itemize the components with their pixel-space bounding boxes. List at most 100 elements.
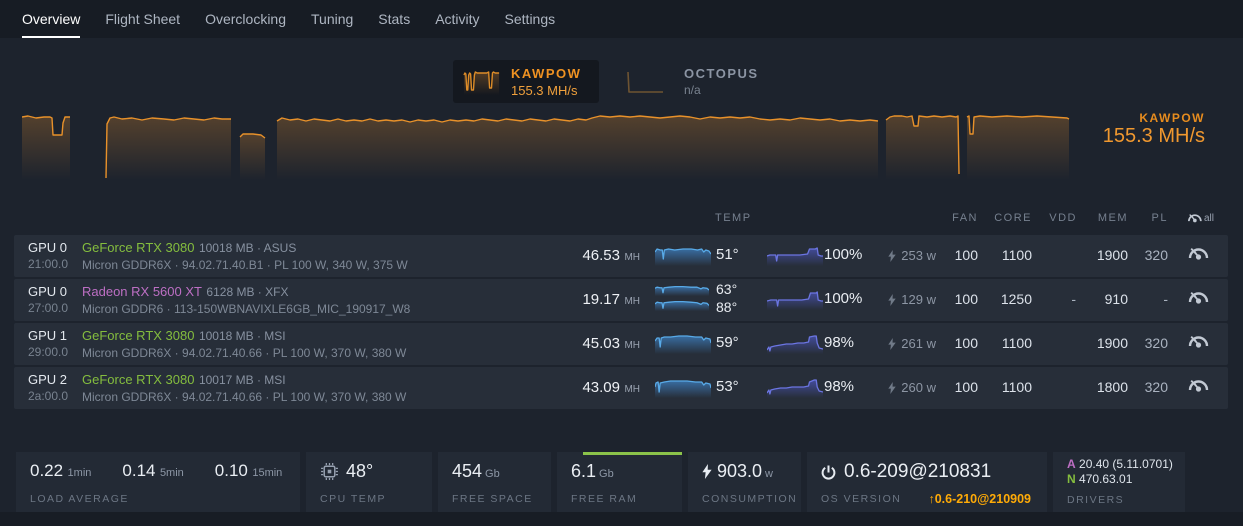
- header-mem: MEM: [1097, 212, 1128, 224]
- gpu-bus-id: 2a:00.0: [28, 389, 69, 403]
- hashrate-unit: MH: [624, 384, 640, 395]
- amd-driver-version: 20.40 (5.11.0701): [1079, 457, 1173, 471]
- gpu-detail: Micron GDDR6 · 113-150WBNAVIXLE6GB_MIC_1…: [82, 302, 411, 316]
- power-limit: 320: [1144, 335, 1168, 351]
- free-ram-label: FREE RAM: [571, 493, 638, 505]
- gpu-id-block: GPU 0 21:00.0: [28, 239, 68, 273]
- kawpow-algo-label: KAWPOW: [511, 65, 582, 81]
- octopus-badge-text: OCTOPUS n/a: [684, 66, 759, 97]
- free-space-value: 454: [452, 461, 483, 481]
- cpu-temp-value: 48°: [346, 461, 374, 481]
- load-15min-unit: 15min: [252, 467, 283, 479]
- power-limit: 320: [1144, 247, 1168, 263]
- load-5min-value: 0.14: [122, 461, 156, 480]
- overclock-gauge-button[interactable]: [1186, 333, 1214, 350]
- os-version-card: 0.6-209@210831 OS VERSION ↑0.6-210@21090…: [807, 452, 1047, 512]
- temp-value: 59°: [716, 334, 739, 351]
- temp-sparkline: [655, 246, 711, 266]
- nvidia-driver-line: N 470.63.01: [1067, 472, 1173, 487]
- load-average-card: 0.22 1min 0.14 5min 0.10 15min LOAD AVER…: [16, 452, 300, 512]
- nvidia-driver-version: 470.63.01: [1079, 472, 1133, 486]
- os-upgrade-link[interactable]: ↑0.6-210@210909: [928, 492, 1031, 506]
- gauge-icon: [1188, 247, 1209, 260]
- power-limit: -: [1163, 291, 1168, 307]
- mem-clock: 1900: [1096, 247, 1128, 263]
- overclock-all-button[interactable]: all: [1186, 212, 1214, 224]
- overclock-gauge-button[interactable]: [1186, 245, 1214, 262]
- hiveos-dashboard: Overview Flight Sheet Overclocking Tunin…: [0, 0, 1243, 526]
- gpu-bus-id: 21:00.0: [28, 257, 69, 271]
- tab-flight-sheet[interactable]: Flight Sheet: [105, 0, 180, 38]
- free-ram-card: 6.1 Gb FREE RAM: [557, 452, 682, 512]
- bolt-icon: [887, 382, 896, 394]
- fan-sparkline: [767, 334, 823, 354]
- temp-sparkline: [655, 378, 711, 398]
- top-nav: Overview Flight Sheet Overclocking Tunin…: [0, 0, 1243, 38]
- gpu-name-link[interactable]: GeForce RTX 3080: [82, 328, 194, 343]
- gpu-info-block: GeForce RTX 3080 10018 MB · MSI Micron G…: [82, 327, 406, 362]
- load-15min-value: 0.10: [214, 461, 248, 480]
- miner-badge-octopus[interactable]: OCTOPUS n/a: [626, 60, 786, 103]
- temp-sparkline: [655, 285, 709, 296]
- temp-value: 51°: [716, 246, 739, 263]
- ram-usage-bar: [583, 452, 682, 455]
- os-upgrade-version: 0.6-210@210909: [934, 492, 1031, 506]
- temp-value: 63°: [716, 281, 738, 297]
- tab-tuning[interactable]: Tuning: [311, 0, 353, 38]
- mem-clock: 1800: [1096, 379, 1128, 395]
- header-pl: PL: [1151, 212, 1168, 224]
- gauge-all-icon: [1188, 214, 1202, 223]
- overclock-gauge-button[interactable]: [1186, 377, 1214, 394]
- load-average-values: 0.22 1min 0.14 5min 0.10 15min: [30, 461, 288, 481]
- hashrate-unit: MH: [624, 252, 640, 263]
- gpu-info-block: GeForce RTX 3080 10017 MB · MSI Micron G…: [82, 371, 406, 406]
- header-core: CORE: [994, 212, 1032, 224]
- bottom-strip: [0, 512, 1243, 526]
- mem-clock: 910: [1104, 291, 1128, 307]
- load-average-label: LOAD AVERAGE: [30, 493, 129, 505]
- amd-letter: A: [1067, 457, 1076, 471]
- gpu-name-link[interactable]: GeForce RTX 3080: [82, 372, 194, 387]
- core-clock: 1100: [1001, 335, 1032, 351]
- vdd-value: -: [1071, 291, 1076, 307]
- header-temp: TEMP: [715, 212, 752, 224]
- hashrate-value: 46.53: [582, 247, 620, 264]
- tab-stats[interactable]: Stats: [378, 0, 410, 38]
- kawpow-sparkline-chart: [463, 69, 500, 95]
- temp-sparkline-junction: [655, 300, 709, 311]
- drivers-label: DRIVERS: [1067, 494, 1125, 506]
- amd-driver-line: A 20.40 (5.11.0701): [1067, 457, 1173, 472]
- tab-overview[interactable]: Overview: [22, 0, 81, 38]
- chart-algo-label: KAWPOW: [1139, 111, 1205, 125]
- hashrate-value: 19.17: [582, 291, 620, 308]
- chart-hashrate-value: 155.3 MH/s: [1102, 125, 1205, 147]
- gpu-name-link[interactable]: GeForce RTX 3080: [82, 240, 194, 255]
- octopus-algo-label: OCTOPUS: [684, 66, 759, 81]
- overclock-gauge-button[interactable]: [1186, 289, 1214, 306]
- tab-settings[interactable]: Settings: [505, 0, 556, 38]
- consumption-label: CONSUMPTION: [702, 493, 798, 505]
- consumption-unit: w: [765, 468, 773, 480]
- gpu-name-link[interactable]: Radeon RX 5600 XT: [82, 284, 202, 299]
- tab-activity[interactable]: Activity: [435, 0, 479, 38]
- free-space-unit: Gb: [485, 468, 500, 480]
- gpu-mem-vendor: 10018 MB · MSI: [198, 329, 286, 343]
- gpu-row-3: GPU 2 2a:00.0 GeForce RTX 3080 10017 MB …: [14, 367, 1228, 409]
- bolt-icon: [887, 338, 896, 350]
- cpu-chip-icon: [321, 463, 338, 480]
- header-all-label: all: [1204, 213, 1215, 224]
- gpu-id-block: GPU 2 2a:00.0: [28, 371, 68, 405]
- tab-overclocking[interactable]: Overclocking: [205, 0, 286, 38]
- consumption-card: 903.0 w CONSUMPTION: [688, 452, 801, 512]
- temp-sparkline: [655, 334, 711, 354]
- hashrate-unit: MH: [624, 296, 640, 307]
- bolt-icon: [702, 464, 712, 479]
- load-5min-unit: 5min: [159, 467, 184, 479]
- free-ram-value: 6.1: [571, 461, 597, 481]
- cpu-temp-label: CPU TEMP: [320, 493, 387, 505]
- miner-badge-kawpow[interactable]: KAWPOW 155.3 MH/s: [453, 60, 599, 103]
- gpu-index: GPU 1: [28, 328, 68, 343]
- gpu-detail: Micron GDDR6X · 94.02.71.40.66 · PL 100 …: [82, 390, 407, 404]
- gpu-row-1: GPU 0 27:00.0 Radeon RX 5600 XT 6128 MB …: [14, 279, 1228, 321]
- gpu-bus-id: 29:00.0: [28, 345, 69, 359]
